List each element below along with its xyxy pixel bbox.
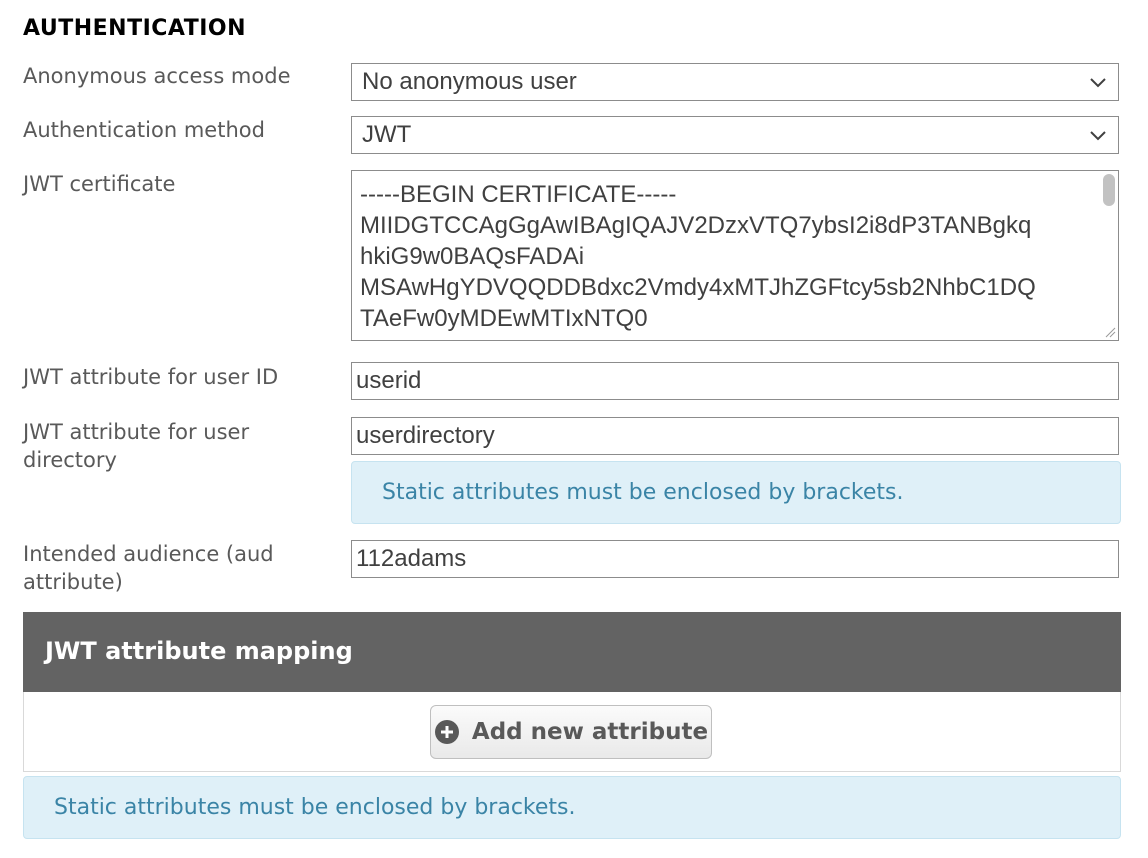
jwt-certificate-textarea[interactable]: -----BEGIN CERTIFICATE----- MIIDGTCCAgGg…: [351, 170, 1119, 341]
audience-value: 112adams: [356, 545, 467, 572]
user-dir-attr-input[interactable]: userdirectory: [351, 417, 1119, 455]
info-message: Static attributes must be enclosed by br…: [351, 461, 1121, 524]
certificate-line: TAeFw0yMDEwMTIxNTQ0: [360, 305, 648, 332]
mapping-header: JWT attribute mapping: [23, 612, 1121, 692]
mapping-title: JWT attribute mapping: [45, 637, 353, 665]
anonymous-access-select[interactable]: No anonymous user: [351, 63, 1119, 101]
auth-method-label: Authentication method: [23, 118, 265, 142]
user-dir-attr-label: JWT attribute for user directory: [23, 420, 250, 472]
add-new-attribute-label: Add new attribute: [471, 719, 709, 745]
audience-label: Intended audience (aud attribute): [23, 542, 274, 594]
audience-input[interactable]: 112adams: [351, 540, 1119, 578]
auth-method-value: JWT: [362, 121, 412, 148]
scrollbar-thumb[interactable]: [1103, 174, 1115, 206]
anonymous-access-label: Anonymous access mode: [23, 64, 291, 88]
mapping-info-message: Static attributes must be enclosed by br…: [23, 776, 1121, 839]
chevron-down-icon: [1090, 131, 1106, 141]
section-title: AUTHENTICATION: [23, 16, 247, 41]
user-id-attr-label: JWT attribute for user ID: [23, 365, 279, 389]
certificate-line: MSAwHgYDVQQDDBdxc2Vmdy4xMTJhZGFtcy5sb2Nh…: [360, 274, 1036, 301]
certificate-line: MIIDGTCCAgGgAwIBAgIQAJV2DzxVTQ7ybsI2i8dP…: [360, 212, 1032, 239]
plus-circle-icon: [434, 720, 459, 744]
user-id-attr-input[interactable]: userid: [351, 362, 1119, 400]
auth-method-select[interactable]: JWT: [351, 116, 1119, 154]
certificate-line: -----BEGIN CERTIFICATE-----: [360, 181, 677, 208]
certificate-line: hkiG9w0BAQsFADAi: [360, 243, 585, 270]
user-id-attr-value: userid: [356, 367, 422, 394]
jwt-certificate-label: JWT certificate: [23, 172, 176, 196]
anonymous-access-value: No anonymous user: [362, 68, 577, 95]
resize-handle-icon[interactable]: [1102, 324, 1116, 338]
add-new-attribute-button[interactable]: Add new attribute: [430, 705, 712, 759]
chevron-down-icon: [1090, 78, 1106, 88]
user-dir-attr-value: userdirectory: [356, 422, 495, 449]
